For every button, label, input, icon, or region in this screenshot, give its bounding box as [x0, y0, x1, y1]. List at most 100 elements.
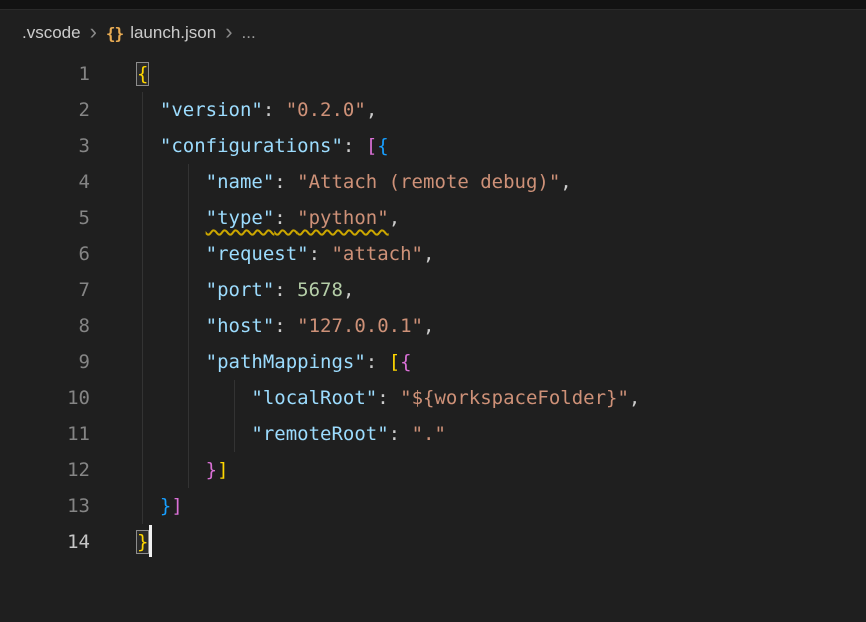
- code-line[interactable]: 2 "version": "0.2.0",: [0, 92, 866, 128]
- line-content: "port": 5678,: [137, 272, 354, 308]
- line-content: {: [137, 56, 148, 92]
- line-number[interactable]: 12: [0, 452, 90, 488]
- line-number[interactable]: 7: [0, 272, 90, 308]
- line-text: }]: [137, 495, 183, 517]
- code-token: "127.0.0.1": [297, 315, 423, 337]
- line-content: "configurations": [{: [137, 128, 389, 164]
- text-cursor: [149, 525, 152, 557]
- line-text: "configurations": [{: [137, 135, 389, 157]
- breadcrumb: .vscode › {} launch.json › ...: [0, 10, 866, 56]
- line-text: "localRoot": "${workspaceFolder}",: [137, 387, 640, 409]
- code-token: "pathMappings": [206, 351, 366, 373]
- indent-guide: [142, 452, 143, 488]
- line-number[interactable]: 5: [0, 200, 90, 236]
- code-token: ]: [217, 459, 228, 481]
- line-number[interactable]: 1: [0, 56, 90, 92]
- code-line[interactable]: 6 "request": "attach",: [0, 236, 866, 272]
- line-number[interactable]: 13: [0, 488, 90, 524]
- code-line[interactable]: 7 "port": 5678,: [0, 272, 866, 308]
- breadcrumb-folder[interactable]: .vscode: [22, 23, 81, 43]
- code-token: "request": [206, 243, 309, 265]
- code-token: "port": [206, 279, 275, 301]
- line-number[interactable]: 2: [0, 92, 90, 128]
- code-token: ,: [423, 243, 434, 265]
- code-token: "0.2.0": [286, 99, 366, 121]
- code-line[interactable]: 10 "localRoot": "${workspaceFolder}",: [0, 380, 866, 416]
- code-line[interactable]: 13 }]: [0, 488, 866, 524]
- code-line[interactable]: 8 "host": "127.0.0.1",: [0, 308, 866, 344]
- line-content: "name": "Attach (remote debug)",: [137, 164, 572, 200]
- indent-guide: [188, 164, 189, 200]
- code-token: :: [366, 351, 389, 373]
- line-number[interactable]: 9: [0, 344, 90, 380]
- line-text: "version": "0.2.0",: [137, 99, 377, 121]
- line-number[interactable]: 8: [0, 308, 90, 344]
- chevron-right-icon: ›: [225, 21, 232, 43]
- indent-guide: [142, 380, 143, 416]
- indent-guide: [188, 452, 189, 488]
- line-number[interactable]: 10: [0, 380, 90, 416]
- code-token: "type": [206, 207, 275, 229]
- line-text: "host": "127.0.0.1",: [137, 315, 434, 337]
- code-editor[interactable]: 1{2 "version": "0.2.0",3 "configurations…: [0, 56, 866, 560]
- line-number[interactable]: 14: [0, 524, 90, 560]
- code-token: :: [274, 315, 297, 337]
- code-token: :: [377, 387, 400, 409]
- code-token: ".": [412, 423, 446, 445]
- line-number[interactable]: 6: [0, 236, 90, 272]
- line-content: }]: [137, 452, 229, 488]
- code-token: "name": [206, 171, 275, 193]
- json-file-icon: {}: [106, 24, 123, 43]
- line-content: "pathMappings": [{: [137, 344, 412, 380]
- indent-guide: [142, 272, 143, 308]
- matched-bracket: {: [137, 63, 148, 85]
- code-token: 5678: [297, 279, 343, 301]
- line-content: "host": "127.0.0.1",: [137, 308, 434, 344]
- code-line[interactable]: 9 "pathMappings": [{: [0, 344, 866, 380]
- code-token: ,: [343, 279, 354, 301]
- code-token: ,: [629, 387, 640, 409]
- code-token: "version": [160, 99, 263, 121]
- line-text: }: [137, 531, 152, 553]
- line-text: "pathMappings": [{: [137, 351, 412, 373]
- code-line[interactable]: 12 }]: [0, 452, 866, 488]
- line-number[interactable]: 4: [0, 164, 90, 200]
- line-text: "request": "attach",: [137, 243, 434, 265]
- code-token: :: [389, 423, 412, 445]
- line-number[interactable]: 11: [0, 416, 90, 452]
- line-text: "remoteRoot": ".": [137, 423, 446, 445]
- code-line[interactable]: 14}: [0, 524, 866, 560]
- code-line[interactable]: 11 "remoteRoot": ".": [0, 416, 866, 452]
- code-token: "attach": [331, 243, 423, 265]
- code-line[interactable]: 1{: [0, 56, 866, 92]
- line-content: "localRoot": "${workspaceFolder}",: [137, 380, 640, 416]
- code-line[interactable]: 5 "type": "python",: [0, 200, 866, 236]
- line-content: "request": "attach",: [137, 236, 434, 272]
- code-token: :: [274, 171, 297, 193]
- line-text: }]: [137, 459, 229, 481]
- code-token: :: [274, 279, 297, 301]
- indent-guide: [188, 416, 189, 452]
- breadcrumb-symbol-more[interactable]: ...: [242, 23, 256, 43]
- breadcrumb-file[interactable]: launch.json: [130, 23, 216, 43]
- code-line[interactable]: 3 "configurations": [{: [0, 128, 866, 164]
- code-token: ,: [423, 315, 434, 337]
- code-token: "${workspaceFolder}": [400, 387, 629, 409]
- indent-guide: [188, 236, 189, 272]
- code-token: "host": [206, 315, 275, 337]
- line-text: "port": 5678,: [137, 279, 354, 301]
- line-content: "remoteRoot": ".": [137, 416, 446, 452]
- line-number[interactable]: 3: [0, 128, 90, 164]
- code-token: ,: [366, 99, 377, 121]
- line-content: "type": "python",: [137, 200, 400, 236]
- code-token: "python": [297, 207, 389, 229]
- code-token: {: [377, 135, 388, 157]
- code-token: "remoteRoot": [251, 423, 388, 445]
- code-token: [: [389, 351, 400, 373]
- line-content: "version": "0.2.0",: [137, 92, 377, 128]
- indent-guide: [142, 344, 143, 380]
- code-token: "Attach (remote debug)": [297, 171, 560, 193]
- indent-guide: [188, 380, 189, 416]
- code-token: :: [274, 207, 297, 229]
- code-line[interactable]: 4 "name": "Attach (remote debug)",: [0, 164, 866, 200]
